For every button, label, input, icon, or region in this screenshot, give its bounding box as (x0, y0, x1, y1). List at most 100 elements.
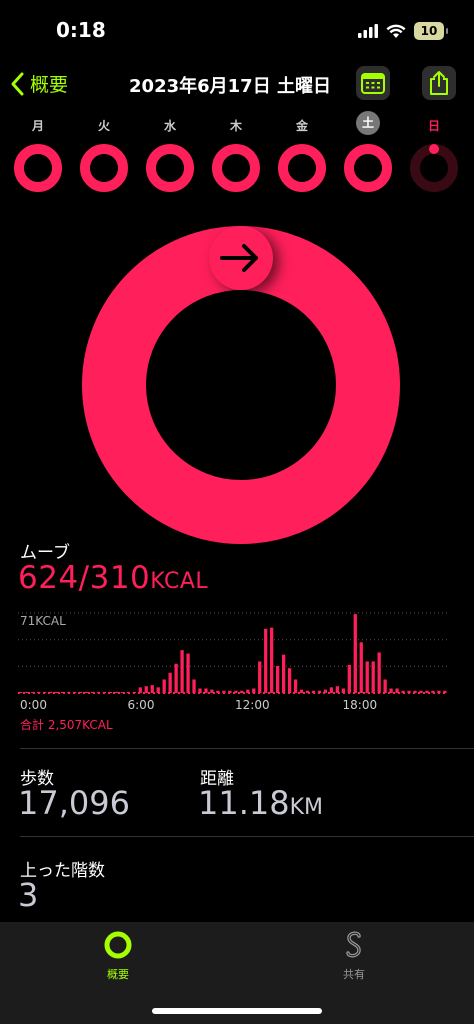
chart-bar (252, 688, 256, 693)
tab-sharing[interactable]: 共有 (314, 930, 394, 982)
chart-bar (246, 689, 250, 693)
chart-bar (323, 689, 328, 693)
chart-bar (49, 691, 53, 693)
chart-tick-label: 0:00 (20, 698, 47, 712)
sharing-icon (346, 931, 361, 958)
chart-bar (377, 652, 381, 693)
chart-bar (425, 690, 429, 693)
cellular-signal-icon (358, 24, 378, 38)
chart-bar (413, 690, 417, 693)
chart-bar (25, 691, 29, 693)
move-value-number: 624/310 (18, 560, 151, 596)
chart-tick-label: 12:00 (235, 698, 270, 712)
day-label[interactable]: 火 (89, 117, 119, 134)
chart-bar (347, 664, 351, 693)
chart-bar (216, 690, 220, 693)
chart-bar (198, 688, 202, 693)
day-label[interactable]: 水 (155, 117, 185, 134)
day-ring[interactable] (276, 142, 328, 194)
move-ring (82, 226, 400, 544)
chart-bar (437, 690, 441, 693)
chart-bar (270, 627, 274, 693)
chart-bar (96, 691, 101, 693)
back-button[interactable]: 概要 (10, 70, 68, 97)
wifi-icon (386, 24, 406, 38)
day-label[interactable]: 金 (287, 117, 317, 134)
distance-unit: KM (289, 795, 324, 820)
chart-bar (365, 661, 369, 693)
day-label[interactable]: 月 (23, 117, 53, 134)
chart-bar (264, 628, 268, 693)
day-ring[interactable] (342, 142, 394, 194)
battery-level: 10 (420, 24, 438, 38)
chart-bar (120, 691, 125, 693)
chart-bar (240, 690, 244, 693)
chart-max-label: 71KCAL (20, 614, 66, 628)
chart-bar (305, 690, 310, 693)
day-label[interactable]: 木 (221, 117, 251, 134)
day-label[interactable]: 日 (419, 117, 449, 134)
chart-bar (61, 691, 65, 693)
chart-bar (341, 688, 345, 693)
chart-bar (401, 690, 405, 693)
move-value: 624/310KCAL (18, 560, 208, 596)
chart-bar (108, 691, 113, 693)
chart-bar (234, 690, 238, 693)
activity-ring-icon (104, 931, 132, 959)
share-button[interactable] (422, 66, 456, 100)
chart-bar (371, 661, 375, 693)
chart-bar (66, 691, 71, 693)
chart-bar (186, 653, 190, 693)
chart-bar (132, 691, 136, 693)
chart-bar (144, 686, 148, 693)
chart-bar (138, 687, 142, 693)
chart-bar (19, 691, 23, 693)
chart-bar (443, 690, 447, 693)
chart-bar (258, 661, 262, 693)
chart-tick-label: 18:00 (342, 698, 378, 712)
day-ring[interactable] (144, 142, 196, 194)
day-label[interactable]: 土 (356, 111, 380, 135)
floors-value: 3 (18, 876, 39, 914)
day-ring[interactable] (210, 142, 262, 194)
chart-bar (204, 688, 208, 693)
status-time: 0:18 (56, 18, 106, 42)
chart-bar (114, 691, 119, 693)
chart-tick-label: 6:00 (127, 698, 155, 712)
day-ring[interactable] (12, 142, 64, 194)
tab-summary-label: 概要 (107, 968, 129, 981)
distance-value: 11.18KM (198, 784, 323, 822)
page-title: 2023年6月17日 土曜日 (129, 76, 331, 97)
day-ring[interactable] (408, 142, 460, 194)
chart-bar (180, 650, 184, 693)
calendar-icon (361, 73, 385, 94)
calendar-button[interactable] (356, 66, 390, 100)
chart-bar (55, 691, 59, 693)
chart-bar (210, 689, 214, 693)
chart-bar (43, 691, 47, 693)
chart-bar (395, 688, 399, 693)
share-icon (430, 71, 448, 95)
chart-bar (281, 654, 286, 693)
chart-bar (419, 690, 423, 693)
chart-bar (31, 691, 35, 693)
tab-sharing-label: 共有 (343, 968, 365, 981)
move-value-unit: KCAL (150, 569, 209, 594)
chart-bar (222, 690, 226, 693)
chart-bar (228, 690, 232, 693)
chart-bar (150, 685, 154, 693)
chart-bar (311, 690, 316, 693)
chart-bar (276, 665, 280, 693)
chart-bar (90, 691, 95, 693)
battery-indicator: 10 (414, 22, 448, 40)
home-indicator (152, 1008, 322, 1014)
chart-bar (299, 689, 304, 693)
move-total: 合計 2,507KCAL (20, 718, 113, 732)
tab-summary[interactable]: 概要 (78, 930, 158, 982)
chart-bar (407, 690, 411, 693)
chart-bar (359, 642, 363, 693)
chart-bar (353, 614, 357, 693)
steps-value: 17,096 (18, 784, 130, 822)
day-ring[interactable] (78, 142, 130, 194)
chart-bar (329, 687, 334, 693)
